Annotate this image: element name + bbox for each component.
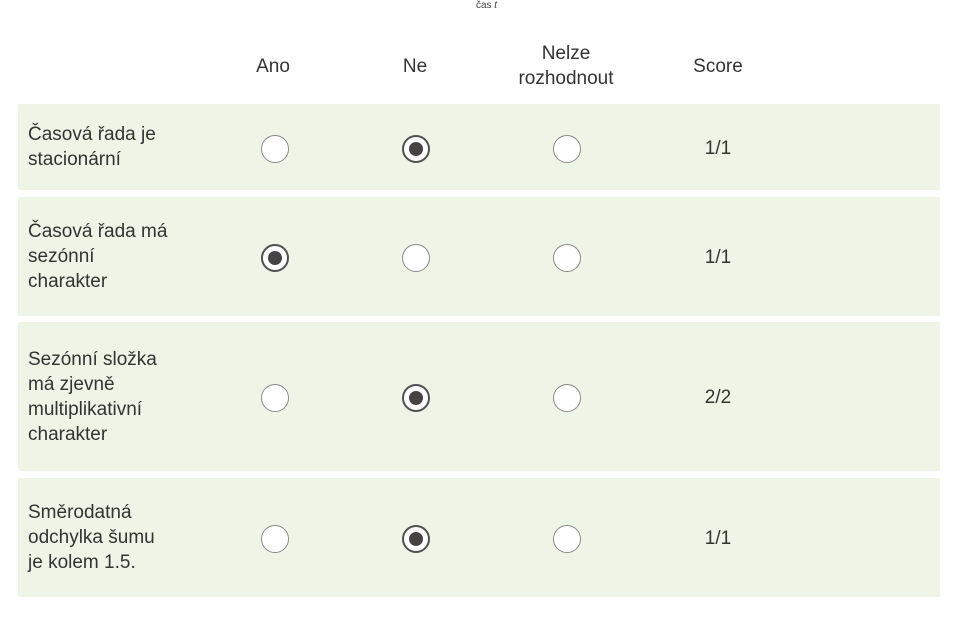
table-row: Časová řada má sezónní charakter 1/1 [18, 197, 940, 316]
score-value: 1/1 [704, 247, 732, 268]
row-question-line: Směrodatná [28, 502, 132, 523]
score-value: 2/2 [704, 387, 732, 408]
row-question: Směrodatná odchylka šumu je kolem 1.5. [28, 478, 208, 597]
row-question: Časová řada má sezónní charakter [28, 197, 208, 316]
column-header-nelze-line1: Nelze [541, 43, 591, 64]
axis-caption-variable: t [494, 0, 498, 11]
radio-ano[interactable] [261, 244, 289, 272]
row-question-line: Časová řada má [28, 221, 168, 242]
score-value: 1/1 [704, 138, 732, 159]
table-row: Sezónní složka má zjevně multiplikativní… [18, 322, 940, 471]
row-question: Časová řada je stacionární [28, 104, 208, 190]
axis-caption-prefix: čas [475, 0, 492, 11]
radio-nelze-rozhodnout[interactable] [553, 525, 581, 553]
row-question: Sezónní složka má zjevně multiplikativní… [28, 322, 208, 471]
column-header-ano: Ano [233, 34, 313, 98]
row-question-line: multiplikativní [28, 398, 143, 420]
row-question-line: Sezónní složka [28, 348, 157, 370]
radio-ano[interactable] [261, 135, 289, 163]
radio-ne[interactable] [402, 525, 430, 553]
row-question-line: Časová řada je [28, 124, 156, 145]
row-question-line: má zjevně [28, 373, 115, 395]
table-header: Ano Ne Nelze rozhodnout Score [18, 34, 940, 98]
score-value: 1/1 [704, 528, 732, 549]
table-row: Směrodatná odchylka šumu je kolem 1.5. 1… [18, 478, 940, 597]
row-question-line: odchylka šumu [28, 527, 155, 548]
row-question-line: sezónní [28, 246, 95, 267]
row-question-line: charakter [28, 271, 108, 292]
column-header-nelze-line2: rozhodnout [518, 68, 614, 89]
radio-nelze-rozhodnout[interactable] [553, 244, 581, 272]
radio-ano[interactable] [261, 525, 289, 553]
radio-ne[interactable] [402, 244, 430, 272]
column-header-ne: Ne [375, 34, 455, 98]
column-header-score-label: Score [693, 55, 743, 77]
radio-ne[interactable] [402, 384, 430, 412]
row-question-line: stacionární [28, 149, 121, 170]
radio-ne[interactable] [402, 135, 430, 163]
radio-nelze-rozhodnout[interactable] [553, 135, 581, 163]
row-question-line: je kolem 1.5. [28, 552, 136, 573]
column-header-ne-label: Ne [402, 55, 428, 77]
radio-ano[interactable] [261, 384, 289, 412]
column-header-ano-label: Ano [256, 55, 290, 77]
radio-nelze-rozhodnout[interactable] [553, 384, 581, 412]
column-header-score: Score [668, 34, 768, 98]
axis-caption: čas t [0, 0, 973, 12]
column-header-nelze-rozhodnout: Nelze rozhodnout [486, 34, 646, 98]
table-row: Časová řada je stacionární 1/1 [18, 104, 940, 190]
row-question-line: charakter [28, 423, 108, 445]
